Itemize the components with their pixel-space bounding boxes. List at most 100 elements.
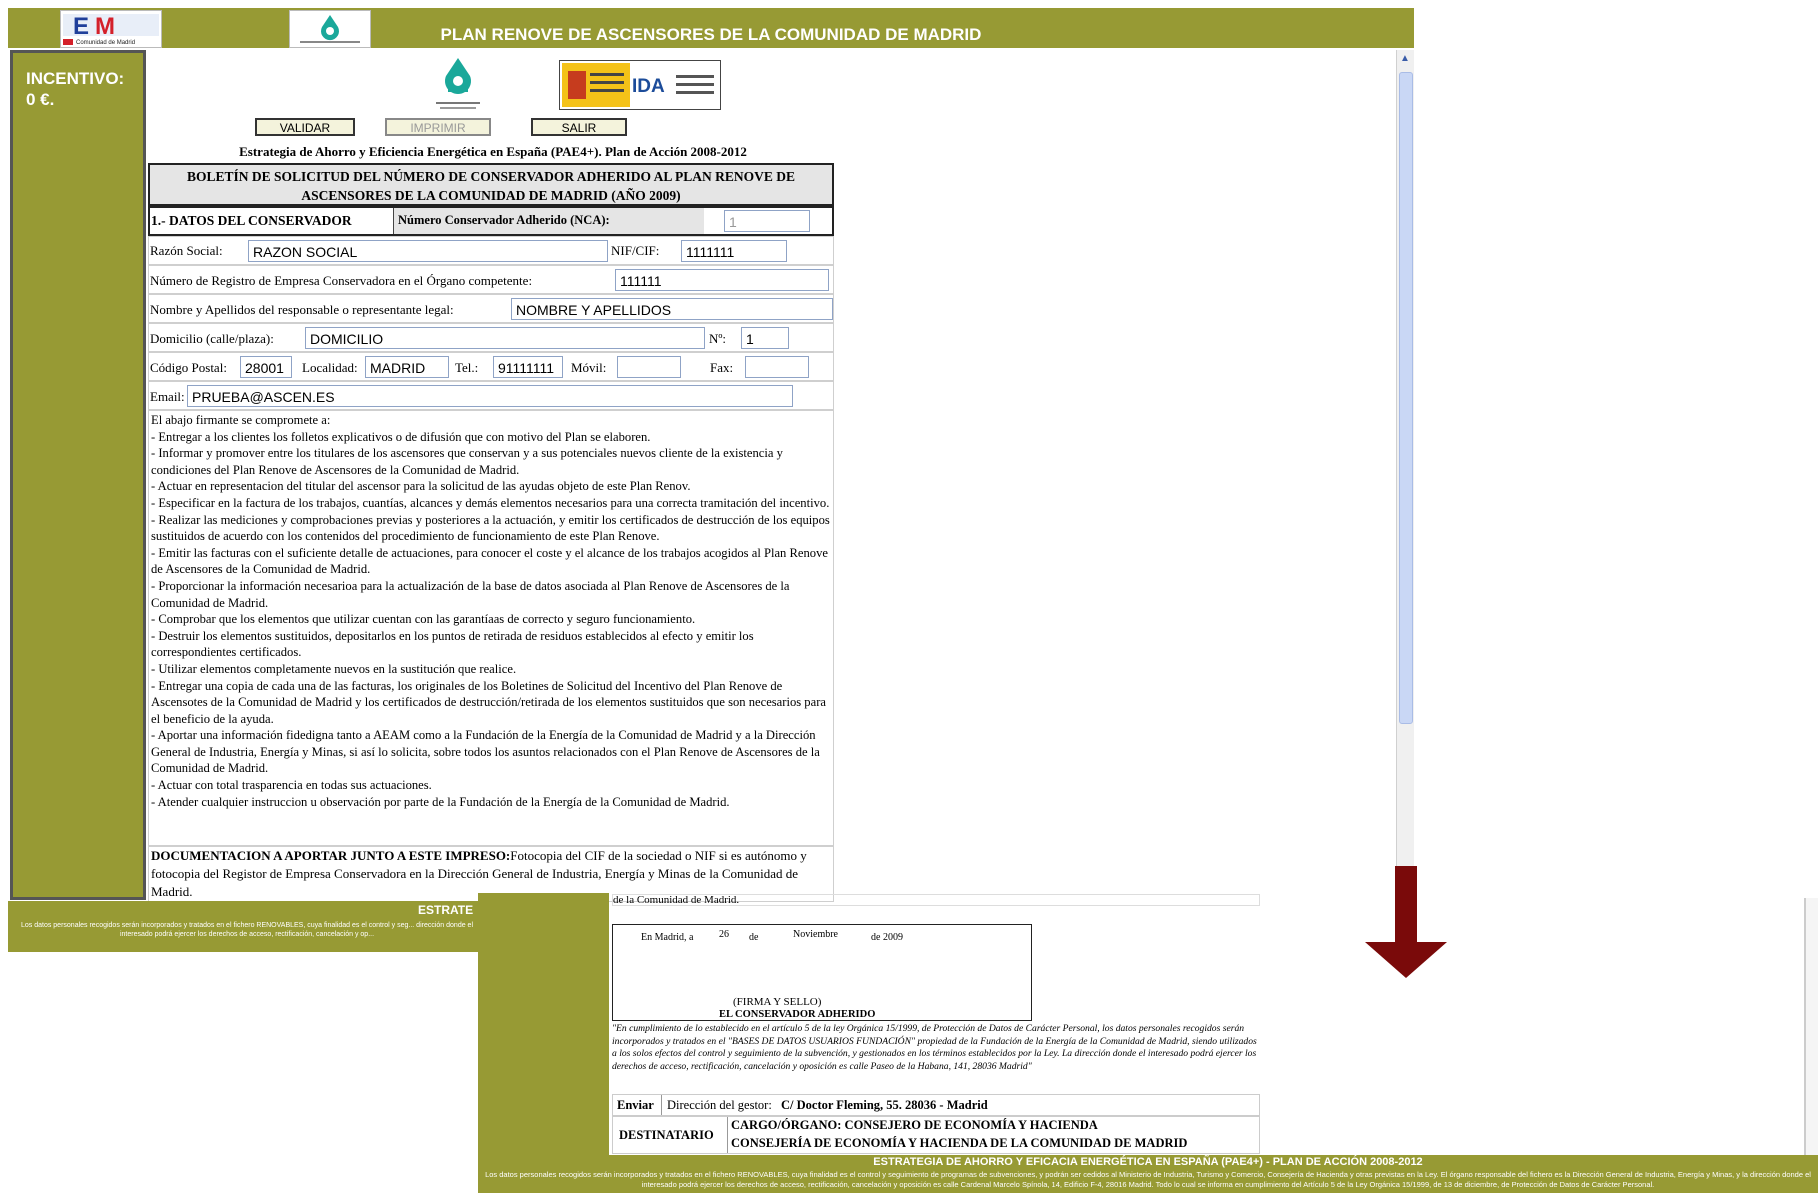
numero-label: Nº:: [709, 331, 727, 346]
form-heading-box: BOLETÍN DE SOLICITUD DEL NÚMERO DE CONSE…: [148, 163, 834, 206]
conservador-text: EL CONSERVADOR ADHERIDO: [719, 1009, 876, 1020]
commitment-line: - Atender cualquier instruccion u observ…: [151, 794, 730, 809]
razon-label: Razón Social:: [150, 243, 223, 258]
nca-field[interactable]: 1: [724, 210, 810, 232]
cp-field[interactable]: 28001: [240, 356, 292, 378]
vertical-scrollbar[interactable]: ▲: [1396, 50, 1414, 900]
continued-text: de la Comunidad de Madrid.: [612, 894, 1260, 906]
section1-row: 1.- DATOS DEL CONSERVADOR Número Conserv…: [148, 206, 834, 236]
salir-button[interactable]: SALIR: [531, 118, 627, 136]
ministerio-idae-logo: IDA: [559, 60, 721, 110]
svg-text:IDA: IDA: [632, 76, 665, 97]
footer-band-text: Los datos personales recogidos serán inc…: [20, 922, 473, 938]
incentive-display: INCENTIVO: 0 €.: [26, 68, 124, 110]
commitment-line: - Comprobar que los elementos que utiliz…: [151, 612, 696, 627]
signature-box: En Madrid, a 26 de Noviembre de 2009 (FI…: [612, 924, 1032, 1021]
movil-label: Móvil:: [571, 360, 607, 375]
commitment-line: - Entregar a los clientes los folletos e…: [151, 429, 651, 444]
app-title: PLAN RENOVE DE ASCENSORES DE LA COMUNIDA…: [440, 25, 982, 44]
firma-text: (FIRMA Y SELLO): [733, 996, 822, 1008]
commitment-line: - Utilizar elementos completamente nuevo…: [151, 661, 517, 676]
year-text: de 2009: [871, 932, 903, 943]
incentive-value: 0 €.: [26, 90, 55, 109]
doc-label: DOCUMENTACION A APORTAR JUNTO A ESTE IMP…: [151, 848, 511, 863]
second-sidebar: [478, 893, 609, 1155]
nombre-label: Nombre y Apellidos del responsable o rep…: [150, 302, 454, 317]
commitment-line: - Informar y promover entre los titulare…: [151, 446, 783, 477]
scroll-thumb[interactable]: [1399, 72, 1413, 724]
month-value: Noviembre: [793, 929, 838, 940]
direccion-label: Dirección del gestor:: [667, 1098, 772, 1112]
commitment-line: - Realizar las mediciones y comprobacion…: [151, 512, 830, 544]
fax-label: Fax:: [710, 360, 734, 375]
destinatario-row: DESTINATARIO CARGO/ÓRGANO: CONSEJERO DE …: [612, 1116, 1260, 1154]
email-label: Email:: [150, 389, 185, 404]
commitment-line: - Especificar en la factura de los traba…: [151, 495, 830, 510]
fundacion-logo-large: [418, 54, 498, 114]
nombre-row: Nombre y Apellidos del responsable o rep…: [148, 294, 834, 323]
localidad-label: Localidad:: [302, 360, 358, 375]
commitment-line: El abajo firmante se compromete a:: [151, 413, 331, 427]
day-value: 26: [719, 929, 729, 940]
main-form-window: E M Comunidad de Madrid PLAN RENOVE DE A…: [8, 8, 1414, 952]
registro-label: Número de Registro de Empresa Conservado…: [150, 273, 533, 288]
form-heading: BOLETÍN DE SOLICITUD DEL NÚMERO DE CONSE…: [186, 169, 795, 203]
email-field[interactable]: PRUEBA@ASCEN.ES: [187, 385, 793, 407]
domicilio-row: Domicilio (calle/plaza): DOMICILIO Nº: 1: [148, 323, 834, 352]
email-row: Email: PRUEBA@ASCEN.ES: [148, 381, 834, 410]
nca-label: Número Conservador Adherido (NCA):: [398, 213, 610, 227]
commitment-line: - Destruir los elementos sustituidos, de…: [151, 628, 754, 660]
razon-row: Razón Social: RAZON SOCIAL NIF/CIF: 1111…: [148, 236, 834, 265]
destinatario-label: DESTINATARIO: [619, 1128, 714, 1142]
nombre-field[interactable]: NOMBRE Y APELLIDOS: [511, 298, 833, 320]
nif-field[interactable]: 1111111: [681, 240, 787, 262]
fax-field[interactable]: [745, 356, 809, 378]
domicilio-label: Domicilio (calle/plaza):: [150, 331, 274, 346]
second-footer: ESTRATEGIA DE AHORRO Y EFICACIA ENERGÉTI…: [478, 1155, 1818, 1193]
commitment-line: - Actuar en representacion del titular d…: [151, 479, 691, 494]
commitment-line: - Emitir las facturas con el suficiente …: [151, 545, 828, 577]
imprimir-button[interactable]: IMPRIMIR: [385, 118, 491, 136]
cp-label: Código Postal:: [150, 360, 227, 375]
section1-title: 1.- DATOS DEL CONSERVADOR: [151, 213, 352, 228]
enviar-divider: [661, 1095, 662, 1115]
enviar-label: Enviar: [617, 1098, 654, 1112]
incentive-label: INCENTIVO:: [26, 69, 125, 88]
razon-social-field[interactable]: RAZON SOCIAL: [248, 240, 608, 262]
place-text: En Madrid, a: [641, 932, 694, 943]
second-footer-title: ESTRATEGIA DE AHORRO Y EFICACIA ENERGÉTI…: [873, 1156, 1423, 1168]
nif-label: NIF/CIF:: [611, 243, 660, 258]
registro-row: Número de Registro de Empresa Conservado…: [148, 265, 834, 294]
consejeria-text: CONSEJERÍA DE ECONOMÍA Y HACIENDA DE LA …: [731, 1136, 1188, 1150]
arrow-down-icon: [1365, 866, 1447, 983]
enviar-row: Enviar Dirección del gestor: C/ Doctor F…: [612, 1094, 1260, 1116]
tel-field[interactable]: 91111111: [493, 356, 563, 378]
localidad-field[interactable]: MADRID: [365, 356, 449, 378]
tel-label: Tel.:: [455, 360, 479, 375]
contacto-row: Código Postal: 28001 Localidad: MADRID T…: [148, 352, 834, 381]
legal-notice: "En cumplimiento de lo establecido en el…: [612, 1023, 1257, 1072]
left-sidebar: [10, 50, 146, 900]
commitments-box: El abajo firmante se compromete a: - Ent…: [148, 410, 834, 846]
strategy-title: Estrategia de Ahorro y Eficiencia Energé…: [239, 144, 747, 159]
de-text: de: [749, 932, 759, 943]
commitment-line: - Entregar una copia de cada una de las …: [151, 678, 826, 726]
movil-field[interactable]: [617, 356, 681, 378]
nca-label-cell: Número Conservador Adherido (NCA):: [393, 208, 704, 234]
registro-field[interactable]: 111111: [615, 269, 829, 291]
second-scroll-track: [1804, 898, 1806, 1155]
second-footer-text: Los datos personales recogidos serán inc…: [485, 1170, 1811, 1189]
footer-band: ESTRATE Los datos personales recogidos s…: [8, 901, 480, 952]
domicilio-field[interactable]: DOMICILIO: [305, 327, 705, 349]
commitment-line: - Aportar una información fidedigna tant…: [151, 728, 820, 776]
commitment-line: - Proporcionar la información necesarioa…: [151, 578, 790, 610]
commitment-line: - Actuar con total trasparencia en todas…: [151, 778, 432, 793]
numero-field[interactable]: 1: [741, 327, 789, 349]
validar-button[interactable]: VALIDAR: [255, 118, 355, 136]
direccion-value: C/ Doctor Fleming, 55. 28036 - Madrid: [781, 1098, 988, 1112]
destinatario-divider: [727, 1117, 728, 1153]
scroll-up-icon[interactable]: ▲: [1399, 53, 1411, 67]
footer-band-title: ESTRATE: [418, 903, 474, 917]
cargo-text: CARGO/ÓRGANO: CONSEJERO DE ECONOMÍA Y HA…: [731, 1118, 1098, 1132]
second-scrollbar[interactable]: [1804, 898, 1818, 1155]
